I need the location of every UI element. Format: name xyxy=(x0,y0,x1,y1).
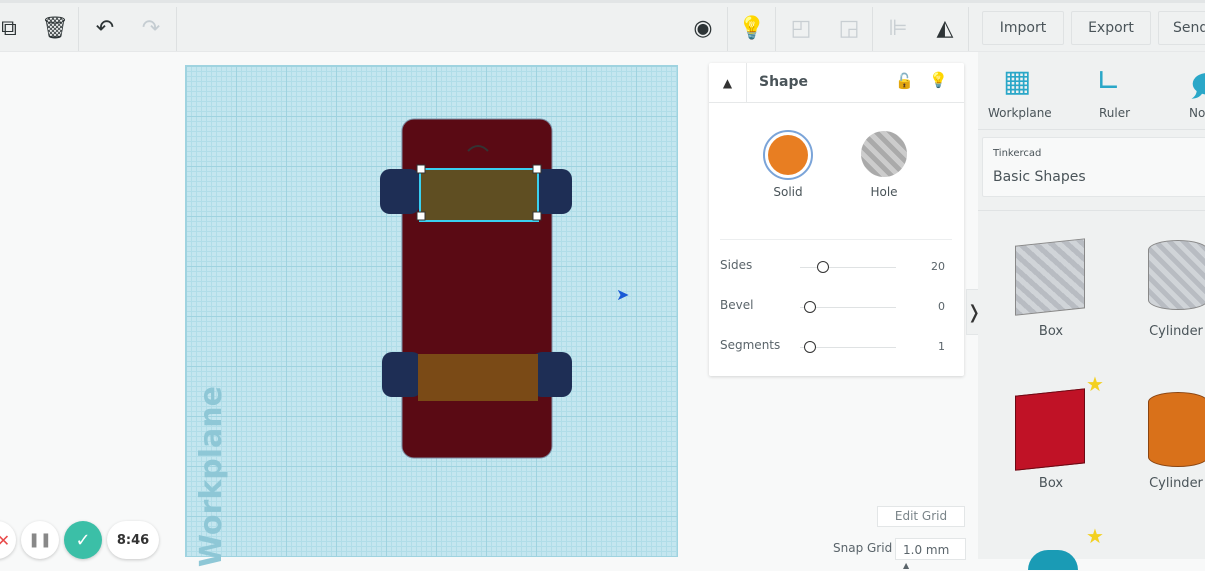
mouse-cursor-icon: ➤ xyxy=(616,285,630,304)
send-to-button[interactable]: Send xyxy=(1158,11,1205,45)
lightbulb-icon[interactable]: 💡 xyxy=(929,71,948,89)
tool-ruler-label[interactable]: Ruler xyxy=(1099,106,1130,120)
workplane-grid[interactable]: Workplane xyxy=(185,65,679,567)
segments-slider[interactable] xyxy=(804,341,816,353)
cylinder-shape[interactable] xyxy=(1148,392,1205,467)
workplane-tool-icon[interactable]: ▦ xyxy=(1003,64,1031,99)
shape-inspector: ▲ Shape 🔓 💡 Solid Hole Sides 20 Bevel 0 Se… xyxy=(709,63,964,376)
axle xyxy=(418,354,538,401)
car-model[interactable] xyxy=(186,66,679,558)
sides-row: Sides 20 xyxy=(720,258,945,273)
selected-axle xyxy=(419,168,539,222)
export-button[interactable]: Export xyxy=(1071,11,1151,45)
import-button[interactable]: Import xyxy=(982,11,1064,45)
collapse-icon[interactable]: ▲ xyxy=(709,63,747,103)
align-icon[interactable]: ⊫ xyxy=(883,13,913,43)
redo-icon[interactable]: ↷ xyxy=(136,13,166,43)
check-button[interactable]: ✓ xyxy=(64,521,102,559)
ungroup-icon[interactable]: ◲ xyxy=(834,13,864,43)
bevel-row: Bevel 0 xyxy=(720,298,945,313)
notes-eye-icon[interactable]: ◉ xyxy=(688,13,718,43)
tool-workplane-label[interactable]: Workplane xyxy=(988,106,1052,120)
mirror-icon[interactable]: ◭ xyxy=(930,13,960,43)
trash-icon[interactable]: 🗑 xyxy=(40,13,70,43)
timer: 8:46 xyxy=(107,521,159,559)
pause-button[interactable]: ❚❚ xyxy=(21,521,59,559)
library-select[interactable]: Tinkercad Basic Shapes xyxy=(982,137,1205,197)
duplicate-icon[interactable]: ⧉ xyxy=(0,13,24,43)
edit-grid-button[interactable]: Edit Grid xyxy=(877,506,965,527)
tool-notes-label[interactable]: No xyxy=(1189,106,1205,120)
lightbulb-icon[interactable]: 💡 xyxy=(737,13,767,43)
snap-grid-select[interactable]: 1.0 mm ▲ xyxy=(895,538,966,570)
star-icon: ★ xyxy=(1086,372,1104,396)
segments-row: Segments 1 xyxy=(720,338,945,353)
undo-icon[interactable]: ↶ xyxy=(90,13,120,43)
shapes-panel: ▦ Workplane ∟ Ruler 🗩 No Tinkercad Basic… xyxy=(978,52,1205,570)
top-toolbar: ⧉ 🗑 ↶ ↷ ◉ 💡 ◰ ◲ ⊫ ◭ Import Export Send xyxy=(0,0,1205,52)
solid-button[interactable] xyxy=(763,130,813,180)
star-icon: ★ xyxy=(1086,524,1104,548)
box-hole-shape[interactable] xyxy=(1015,238,1085,316)
close-button[interactable]: ✕ xyxy=(0,521,16,559)
sides-slider[interactable] xyxy=(817,261,829,273)
cylinder-hole-shape[interactable] xyxy=(1148,240,1205,310)
group-icon[interactable]: ◰ xyxy=(786,13,816,43)
solid-label: Solid xyxy=(773,185,803,199)
inspector-title: Shape xyxy=(759,74,809,90)
ruler-tool-icon[interactable]: ∟ xyxy=(1096,64,1121,99)
sphere-shape[interactable] xyxy=(1028,550,1078,570)
wheel xyxy=(380,169,420,214)
wheel xyxy=(382,352,422,397)
bevel-slider[interactable] xyxy=(804,301,816,313)
hole-label: Hole xyxy=(870,185,898,199)
box-shape[interactable] xyxy=(1015,388,1085,471)
snap-grid-label: Snap Grid xyxy=(833,541,893,555)
unlock-icon[interactable]: 🔓 xyxy=(895,72,914,90)
hole-button[interactable] xyxy=(861,131,907,177)
